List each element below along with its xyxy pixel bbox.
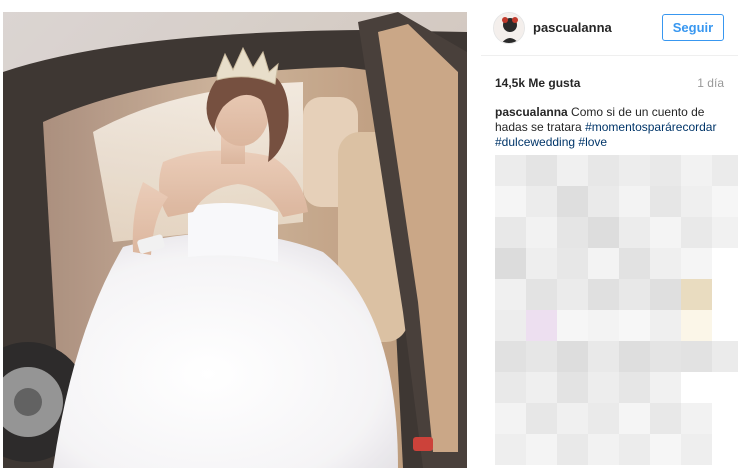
pixelated-comments [495, 155, 738, 465]
mosaic-cell [681, 279, 712, 310]
mosaic-cell [495, 186, 526, 217]
mosaic-cell [619, 248, 650, 279]
mosaic-cell [712, 186, 738, 217]
mosaic-cell [557, 403, 588, 434]
mosaic-cell [681, 372, 712, 403]
mosaic-cell [681, 155, 712, 186]
mosaic-cell [588, 248, 619, 279]
mosaic-cell [681, 310, 712, 341]
mosaic-cell [619, 403, 650, 434]
mosaic-cell [588, 372, 619, 403]
mosaic-cell [526, 310, 557, 341]
mosaic-cell [712, 248, 738, 279]
mosaic-cell [495, 341, 526, 372]
post-side-panel: pascualanna Seguir 14,5k Me gusta 1 día … [481, 0, 738, 470]
mosaic-cell [557, 279, 588, 310]
mosaic-cell [526, 403, 557, 434]
mosaic-cell [681, 217, 712, 248]
follow-button[interactable]: Seguir [662, 14, 724, 41]
caption-username[interactable]: pascualanna [495, 105, 568, 119]
mosaic-cell [526, 155, 557, 186]
hashtag-link[interactable]: #dulcewedding [495, 135, 575, 149]
post-username[interactable]: pascualanna [533, 20, 612, 35]
mosaic-cell [619, 372, 650, 403]
mosaic-cell [650, 372, 681, 403]
likes-count[interactable]: 14,5k Me gusta [495, 76, 580, 90]
mosaic-cell [650, 217, 681, 248]
mosaic-cell [526, 434, 557, 465]
mosaic-cell [712, 155, 738, 186]
mosaic-cell [650, 434, 681, 465]
mosaic-cell [526, 186, 557, 217]
mosaic-cell [712, 434, 738, 465]
mosaic-cell [650, 279, 681, 310]
mosaic-cell [588, 279, 619, 310]
mosaic-cell [557, 341, 588, 372]
mosaic-cell [526, 341, 557, 372]
mosaic-cell [557, 186, 588, 217]
mosaic-cell [495, 434, 526, 465]
mosaic-cell [712, 310, 738, 341]
bride-in-car-image [3, 12, 467, 468]
mosaic-cell [712, 279, 738, 310]
mosaic-cell [712, 372, 738, 403]
mosaic-cell [557, 217, 588, 248]
mosaic-cell [495, 248, 526, 279]
avatar-image [494, 13, 524, 43]
mosaic-cell [557, 155, 588, 186]
mosaic-cell [619, 310, 650, 341]
mosaic-cell [495, 217, 526, 248]
mosaic-cell [681, 341, 712, 372]
mosaic-cell [650, 403, 681, 434]
post-time[interactable]: 1 día [697, 76, 724, 90]
mosaic-cell [650, 341, 681, 372]
hashtag-link[interactable]: #momentosparárecordar [585, 120, 716, 134]
mosaic-cell [650, 155, 681, 186]
mosaic-cell [526, 372, 557, 403]
post-header: pascualanna Seguir [481, 0, 738, 56]
mosaic-cell [619, 341, 650, 372]
post-caption: pascualanna Como si de un cuento de hada… [495, 105, 730, 150]
mosaic-cell [557, 310, 588, 341]
mosaic-cell [557, 434, 588, 465]
mosaic-cell [557, 248, 588, 279]
avatar[interactable] [493, 12, 525, 44]
mosaic-cell [650, 310, 681, 341]
mosaic-cell [619, 279, 650, 310]
mosaic-cell [526, 217, 557, 248]
mosaic-cell [588, 341, 619, 372]
mosaic-cell [526, 279, 557, 310]
mosaic-cell [495, 155, 526, 186]
mosaic-cell [588, 155, 619, 186]
mosaic-cell [712, 217, 738, 248]
mosaic-cell [681, 434, 712, 465]
hashtag-link[interactable]: #love [578, 135, 607, 149]
mosaic-cell [681, 248, 712, 279]
mosaic-cell [619, 155, 650, 186]
mosaic-cell [619, 434, 650, 465]
mosaic-cell [588, 310, 619, 341]
mosaic-cell [526, 248, 557, 279]
mosaic-cell [495, 403, 526, 434]
mosaic-cell [557, 372, 588, 403]
mosaic-cell [495, 372, 526, 403]
mosaic-cell [712, 341, 738, 372]
mosaic-cell [650, 186, 681, 217]
mosaic-cell [681, 403, 712, 434]
mosaic-cell [588, 217, 619, 248]
mosaic-cell [681, 186, 712, 217]
mosaic-cell [495, 310, 526, 341]
mosaic-cell [619, 186, 650, 217]
mosaic-cell [712, 403, 738, 434]
post-photo[interactable] [3, 12, 467, 468]
mosaic-cell [495, 279, 526, 310]
mosaic-cell [619, 217, 650, 248]
mosaic-cell [588, 403, 619, 434]
mosaic-cell [588, 186, 619, 217]
mosaic-cell [588, 434, 619, 465]
mosaic-cell [650, 248, 681, 279]
